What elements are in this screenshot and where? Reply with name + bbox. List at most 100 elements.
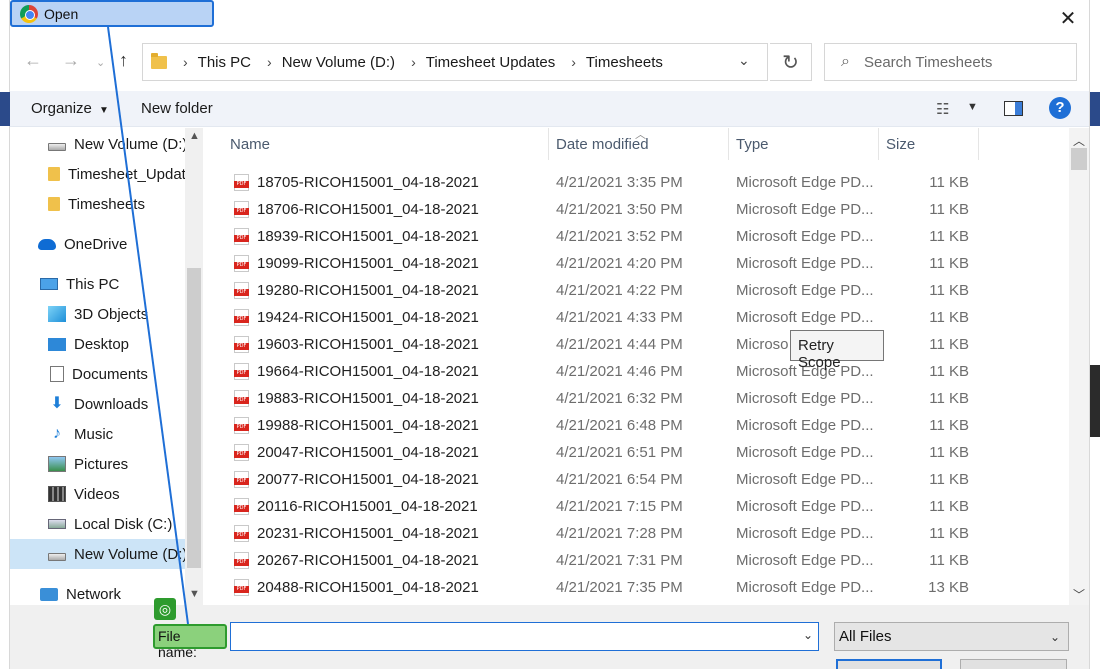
recent-locations-chevron-icon[interactable]: ⌄ <box>96 56 105 69</box>
file-row[interactable]: 19603-RICOH15001_04-18-2021 4/21/2021 4:4… <box>203 331 1069 358</box>
new-folder-button[interactable]: New folder <box>141 100 213 117</box>
refresh-icon[interactable]: ↻ <box>770 43 812 81</box>
file-size-cell: 11 KB <box>929 174 969 191</box>
navigation-scrollbar[interactable]: ▲ ▼ <box>185 128 203 605</box>
tooltip: Retry Scope <box>790 330 884 371</box>
sidebar-item-music[interactable]: ♪ Music <box>10 419 203 449</box>
back-arrow-icon[interactable]: ← <box>24 50 42 71</box>
file-date-cell: 4/21/2021 4:22 PM <box>556 282 683 299</box>
file-row[interactable]: 19424-RICOH15001_04-18-2021 4/21/2021 4:3… <box>203 304 1069 331</box>
breadcrumb-this-pc[interactable]: This PC <box>198 54 251 71</box>
file-name-cell: 19099-RICOH15001_04-18-2021 <box>257 255 479 272</box>
pdf-file-icon <box>234 309 249 326</box>
address-dropdown-chevron-icon[interactable]: ⌄ <box>738 52 750 69</box>
pdf-file-icon <box>234 390 249 407</box>
sidebar-item-new-volume-d[interactable]: New Volume (D:) <box>10 129 203 159</box>
breadcrumb-chevron-icon[interactable]: › <box>411 54 416 70</box>
column-divider[interactable] <box>878 128 879 160</box>
sidebar-item-timesheets[interactable]: Timesheets <box>10 189 203 219</box>
column-header-date-modified[interactable]: Date modified <box>556 136 649 153</box>
column-divider[interactable] <box>548 128 549 160</box>
sidebar-item-timesheet-updates[interactable]: Timesheet_Updates <box>10 159 203 189</box>
search-box[interactable]: ⌕ <box>824 43 1077 81</box>
sidebar-item-downloads[interactable]: ⬇ Downloads <box>10 389 203 419</box>
breadcrumb-chevron-icon[interactable]: › <box>267 54 272 70</box>
file-size-cell: 11 KB <box>929 255 969 272</box>
cancel-button[interactable] <box>960 659 1067 669</box>
file-row[interactable]: 19099-RICOH15001_04-18-2021 4/21/2021 4:2… <box>203 250 1069 277</box>
scroll-thumb[interactable] <box>187 268 201 568</box>
breadcrumb-new-volume[interactable]: New Volume (D:) <box>282 54 395 71</box>
sidebar-item-documents[interactable]: Documents <box>10 359 203 389</box>
scroll-thumb[interactable] <box>1071 148 1087 170</box>
file-name-input[interactable] <box>237 627 797 647</box>
scroll-down-icon[interactable]: ﹀ <box>1073 586 1085 603</box>
file-date-cell: 4/21/2021 6:48 PM <box>556 417 683 434</box>
file-type-cell: Microsoft Edge PD... <box>736 525 874 542</box>
file-row[interactable]: 19883-RICOH15001_04-18-2021 4/21/2021 6:3… <box>203 385 1069 412</box>
file-row[interactable]: 19988-RICOH15001_04-18-2021 4/21/2021 6:4… <box>203 412 1069 439</box>
sidebar-item-label: Music <box>74 425 114 443</box>
file-size-cell: 11 KB <box>929 228 969 245</box>
open-button[interactable] <box>836 659 942 669</box>
breadcrumb-chevron-icon[interactable]: › <box>183 54 188 70</box>
pictures-icon <box>48 456 66 472</box>
file-name-dropdown-chevron-icon[interactable]: ⌄ <box>803 628 813 642</box>
scroll-up-icon[interactable]: ︿ <box>1073 132 1085 149</box>
file-date-cell: 4/21/2021 6:54 PM <box>556 471 683 488</box>
help-icon[interactable]: ? <box>1049 97 1071 119</box>
scroll-up-icon[interactable]: ▲ <box>189 130 200 142</box>
file-row[interactable]: 20116-RICOH15001_04-18-2021 4/21/2021 7:1… <box>203 493 1069 520</box>
column-header-type[interactable]: Type <box>736 136 769 153</box>
breadcrumb-timesheets[interactable]: Timesheets <box>586 54 663 71</box>
sidebar-item-this-pc[interactable]: This PC <box>10 269 203 299</box>
up-arrow-icon[interactable]: ↑ <box>119 50 128 71</box>
file-size-cell: 13 KB <box>928 579 969 596</box>
file-row[interactable]: 19664-RICOH15001_04-18-2021 4/21/2021 4:4… <box>203 358 1069 385</box>
view-options-icon[interactable]: ☷ <box>936 100 949 118</box>
file-row[interactable]: 20488-RICOH15001_04-18-2021 4/21/2021 7:3… <box>203 574 1069 601</box>
column-header-size[interactable]: Size <box>886 136 915 153</box>
file-list-scrollbar[interactable]: ︿ ﹀ <box>1069 128 1089 605</box>
file-type-filter[interactable]: All Files ⌄ <box>834 622 1069 651</box>
file-row[interactable]: 18705-RICOH15001_04-18-2021 4/21/2021 3:3… <box>203 169 1069 196</box>
file-row[interactable]: 18939-RICOH15001_04-18-2021 4/21/2021 3:5… <box>203 223 1069 250</box>
view-dropdown-icon[interactable]: ▼ <box>967 101 978 113</box>
file-row[interactable]: 20231-RICOH15001_04-18-2021 4/21/2021 7:2… <box>203 520 1069 547</box>
drive-icon <box>48 143 66 151</box>
column-divider[interactable] <box>978 128 979 160</box>
file-name-cell: 19988-RICOH15001_04-18-2021 <box>257 417 479 434</box>
file-name-combobox[interactable] <box>230 622 819 651</box>
sidebar-item-pictures[interactable]: Pictures <box>10 449 203 479</box>
breadcrumb-timesheet-updates[interactable]: Timesheet Updates <box>426 54 556 71</box>
window-title-highlight[interactable]: Open <box>10 0 214 27</box>
sidebar-item-3d-objects[interactable]: 3D Objects <box>10 299 203 329</box>
breadcrumb-chevron-icon[interactable]: › <box>571 54 576 70</box>
sidebar-item-new-volume-d-selected[interactable]: New Volume (D:) <box>10 539 203 569</box>
local-disk-icon <box>48 519 66 529</box>
file-row[interactable]: 18706-RICOH15001_04-18-2021 4/21/2021 3:5… <box>203 196 1069 223</box>
file-row[interactable]: 20267-RICOH15001_04-18-2021 4/21/2021 7:3… <box>203 547 1069 574</box>
sidebar-item-desktop[interactable]: Desktop <box>10 329 203 359</box>
forward-arrow-icon[interactable]: → <box>62 50 80 71</box>
close-icon[interactable]: ✕ <box>1055 6 1081 32</box>
file-size-cell: 11 KB <box>929 363 969 380</box>
sidebar-item-label: Pictures <box>74 455 129 473</box>
sidebar-item-onedrive[interactable]: OneDrive <box>10 229 203 259</box>
pdf-file-icon <box>234 444 249 461</box>
organize-button[interactable]: Organize ▼ <box>31 100 109 117</box>
file-date-cell: 4/21/2021 3:52 PM <box>556 228 683 245</box>
organize-dropdown-icon: ▼ <box>99 105 109 116</box>
sidebar-item-local-disk-c[interactable]: Local Disk (C:) <box>10 509 203 539</box>
file-row[interactable]: 20047-RICOH15001_04-18-2021 4/21/2021 6:5… <box>203 439 1069 466</box>
preview-pane-icon[interactable] <box>1004 101 1023 116</box>
file-row[interactable]: 20077-RICOH15001_04-18-2021 4/21/2021 6:5… <box>203 466 1069 493</box>
address-bar[interactable]: › This PC › New Volume (D:) › Timesheet … <box>142 43 768 81</box>
file-type-filter-value: All Files <box>839 628 892 645</box>
scroll-down-icon[interactable]: ▼ <box>189 588 200 600</box>
column-header-name[interactable]: Name <box>230 136 270 153</box>
column-divider[interactable] <box>728 128 729 160</box>
file-row[interactable]: 19280-RICOH15001_04-18-2021 4/21/2021 4:2… <box>203 277 1069 304</box>
sidebar-item-videos[interactable]: Videos <box>10 479 203 509</box>
search-input[interactable] <box>863 53 1064 71</box>
